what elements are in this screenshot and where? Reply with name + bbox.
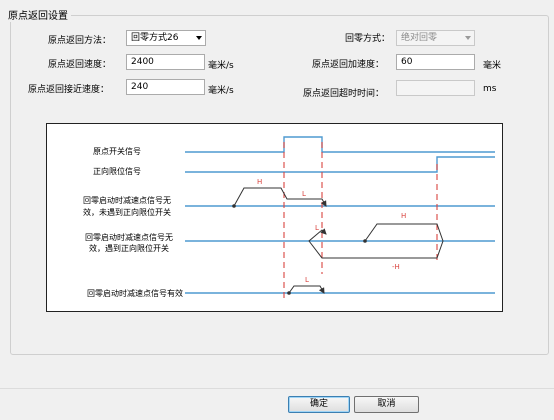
case1-speed-l: L — [302, 190, 306, 198]
chevron-down-icon — [465, 36, 471, 40]
timeout-unit: ms — [483, 84, 497, 94]
mode-label: 回零方式： — [345, 34, 391, 44]
accel-unit: 毫米 — [483, 61, 502, 71]
accel-label: 原点返回加速度： — [312, 60, 385, 70]
approach-speed-unit: 毫米/s — [208, 86, 234, 96]
speed-label: 原点返回速度： — [48, 60, 112, 70]
homing-mode-value: 绝对回零 — [401, 33, 438, 43]
homing-method-select[interactable]: 回零方式26 — [126, 30, 206, 46]
case2-speed-h: H — [401, 212, 406, 220]
case2-speed-neg-h: -H — [392, 263, 400, 271]
cancel-button[interactable]: 取消 — [354, 396, 419, 413]
timeout-input[interactable] — [396, 80, 475, 96]
homing-mode-select[interactable]: 绝对回零 — [396, 30, 475, 46]
case3-label: 回零启动时减速点信号有效 — [87, 288, 183, 298]
homing-timing-diagram: 原点开关信号 正向限位信号 回零启动时减速点信号无 效，未遇到正向限位开关 回零… — [46, 123, 503, 312]
homing-speed-input[interactable]: 2400 — [126, 54, 205, 70]
limit-signal-line — [185, 156, 495, 173]
case3-speed-l: L — [305, 276, 309, 284]
group-title: 原点返回设置 — [5, 7, 71, 22]
homing-method-value: 回零方式26 — [131, 33, 179, 43]
case2-speed-l: L — [315, 224, 319, 232]
case1-label-line1: 回零启动时减速点信号无 — [83, 195, 171, 205]
case1-trajectory — [233, 187, 327, 207]
case1-label-line2: 效，未遇到正向限位开关 — [83, 207, 171, 217]
approach-speed-input[interactable]: 240 — [126, 79, 205, 95]
limit-signal-label: 正向限位信号 — [93, 166, 141, 176]
chevron-down-icon — [196, 36, 202, 40]
footer-divider — [0, 388, 554, 389]
timeout-label: 原点返回超时时间： — [303, 89, 385, 99]
case2-label-line2: 效，遇到正向限位开关 — [89, 243, 169, 253]
approach-speed-label: 原点返回接近速度： — [28, 85, 110, 95]
case1-speed-h: H — [257, 178, 262, 186]
case3-trajectory — [288, 285, 325, 294]
origin-signal-label: 原点开关信号 — [93, 146, 141, 156]
speed-unit: 毫米/s — [208, 61, 234, 71]
origin-signal-line — [185, 136, 495, 153]
method-label: 原点返回方法： — [48, 36, 112, 46]
case2-label-line1: 回零启动时减速点信号无 — [85, 232, 173, 242]
ok-button[interactable]: 确定 — [288, 396, 350, 413]
homing-accel-input[interactable]: 60 — [396, 54, 475, 70]
